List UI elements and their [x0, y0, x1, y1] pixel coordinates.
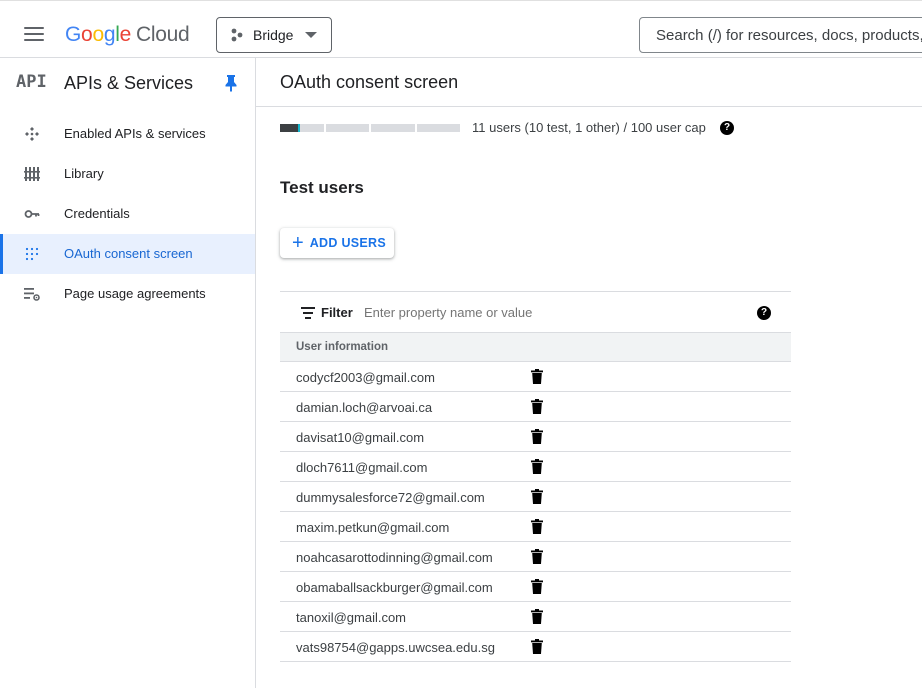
- table-row: damian.loch@arvoai.ca: [280, 392, 791, 422]
- user-email: codycf2003@gmail.com: [296, 370, 435, 385]
- table-row: codycf2003@gmail.com: [280, 362, 791, 392]
- table-header: User information: [280, 333, 791, 362]
- delete-icon[interactable]: [531, 369, 543, 384]
- column-header-user-information: User information: [296, 341, 389, 353]
- sidebar-item-label: Enabled APIs & services: [64, 126, 206, 141]
- logo-product: Cloud: [135, 23, 190, 46]
- search-input[interactable]: Search (/) for resources, docs, products…: [639, 17, 922, 53]
- delete-icon[interactable]: [531, 519, 543, 534]
- sidebar-item-label: Credentials: [64, 206, 130, 221]
- sidebar: API APIs & Services Enabled APIs & servi…: [0, 58, 256, 688]
- delete-icon[interactable]: [531, 639, 543, 654]
- user-email: damian.loch@arvoai.ca: [296, 400, 433, 415]
- user-email: dummysalesforce72@gmail.com: [296, 490, 485, 505]
- enabled-apis-icon: [25, 127, 39, 141]
- sidebar-item-enabled-apis[interactable]: Enabled APIs & services: [0, 114, 255, 154]
- table-row: tanoxil@gmail.com: [280, 602, 791, 632]
- pin-icon[interactable]: [224, 74, 238, 92]
- filter-label: Filter: [321, 305, 353, 320]
- search-placeholder: Search (/) for resources, docs, products…: [656, 26, 922, 44]
- sidebar-item-oauth-consent-screen[interactable]: OAuth consent screen: [0, 234, 255, 274]
- project-name: Bridge: [253, 27, 294, 43]
- google-cloud-logo[interactable]: Google Cloud: [65, 23, 190, 47]
- progress-segment: [325, 124, 369, 132]
- progress-segment: [416, 124, 460, 132]
- main-menu-icon[interactable]: [24, 27, 44, 41]
- oauth-icon: [25, 247, 39, 261]
- user-email: maxim.petkun@gmail.com: [296, 520, 450, 535]
- api-icon: API: [16, 72, 47, 92]
- sidebar-title: APIs & Services: [64, 73, 194, 93]
- sidebar-item-credentials[interactable]: Credentials: [0, 194, 255, 234]
- sidebar-item-library[interactable]: Library: [0, 154, 255, 194]
- top-bar: Google Cloud Bridge Search (/) for resour…: [0, 0, 922, 58]
- sidebar-header: API APIs & Services: [0, 58, 255, 106]
- add-users-button[interactable]: + ADD USERS: [280, 228, 394, 258]
- table-row: maxim.petkun@gmail.com: [280, 512, 791, 542]
- table-row: dummysalesforce72@gmail.com: [280, 482, 791, 512]
- sidebar-nav: Enabled APIs & services Library Credenti…: [0, 114, 255, 314]
- test-users-table: Filter ? User information codycf2003@gma…: [280, 291, 791, 662]
- user-email: dloch7611@gmail.com: [296, 460, 428, 475]
- delete-icon[interactable]: [531, 429, 543, 444]
- user-email: davisat10@gmail.com: [296, 430, 425, 445]
- logo-letter: e: [119, 23, 132, 46]
- logo-letter: o: [81, 23, 93, 46]
- help-icon[interactable]: ?: [720, 121, 734, 135]
- table-row: noahcasarottodinning@gmail.com: [280, 542, 791, 572]
- user-email: tanoxil@gmail.com: [296, 610, 407, 625]
- key-icon: [24, 210, 40, 218]
- logo-letter: G: [65, 23, 82, 46]
- add-users-label: ADD USERS: [309, 236, 387, 250]
- library-icon: [24, 167, 40, 181]
- divider: [256, 106, 922, 107]
- page-title: OAuth consent screen: [280, 72, 459, 92]
- delete-icon[interactable]: [531, 399, 543, 414]
- delete-icon[interactable]: [531, 489, 543, 504]
- progress-segment: [280, 124, 324, 132]
- sidebar-item-label: Library: [64, 166, 104, 181]
- progress-segment: [371, 124, 415, 132]
- section-title: Test users: [280, 178, 364, 197]
- user-email: obamaballsackburger@gmail.com: [296, 580, 493, 595]
- main-content: OAuth consent screen 11 users (10 test, …: [256, 58, 922, 688]
- table-body: codycf2003@gmail.com damian.loch@arvoai.c…: [280, 362, 791, 662]
- user-cap-progress: [280, 124, 460, 132]
- user-email: vats98754@gapps.uwcsea.edu.sg: [296, 640, 495, 655]
- progress-fill-tip: [297, 124, 300, 132]
- delete-icon[interactable]: [531, 549, 543, 564]
- table-row: vats98754@gapps.uwcsea.edu.sg: [280, 632, 791, 662]
- sidebar-item-page-usage-agreements[interactable]: Page usage agreements: [0, 274, 255, 314]
- filter-input[interactable]: [364, 305, 664, 320]
- sidebar-item-label: Page usage agreements: [64, 286, 206, 301]
- filter-icon[interactable]: [301, 307, 315, 319]
- logo-letter: g: [103, 23, 116, 46]
- delete-icon[interactable]: [531, 579, 543, 594]
- filter-bar: Filter ?: [280, 291, 791, 333]
- logo-letter: o: [92, 23, 104, 46]
- delete-icon[interactable]: [531, 609, 543, 624]
- delete-icon[interactable]: [531, 459, 543, 474]
- progress-fill: [280, 124, 298, 132]
- help-icon[interactable]: ?: [757, 306, 771, 320]
- user-email: noahcasarottodinning@gmail.com: [296, 550, 493, 565]
- plus-icon: +: [292, 232, 304, 254]
- table-row: dloch7611@gmail.com: [280, 452, 791, 482]
- user-cap-text: 11 users (10 test, 1 other) / 100 user c…: [472, 120, 706, 135]
- project-icon: [231, 28, 243, 42]
- settings-list-icon: [24, 288, 40, 301]
- project-picker-button[interactable]: Bridge: [216, 17, 332, 53]
- table-row: davisat10@gmail.com: [280, 422, 791, 452]
- sidebar-item-label: OAuth consent screen: [64, 246, 193, 261]
- table-row: obamaballsackburger@gmail.com: [280, 572, 791, 602]
- chevron-down-icon: [305, 32, 317, 38]
